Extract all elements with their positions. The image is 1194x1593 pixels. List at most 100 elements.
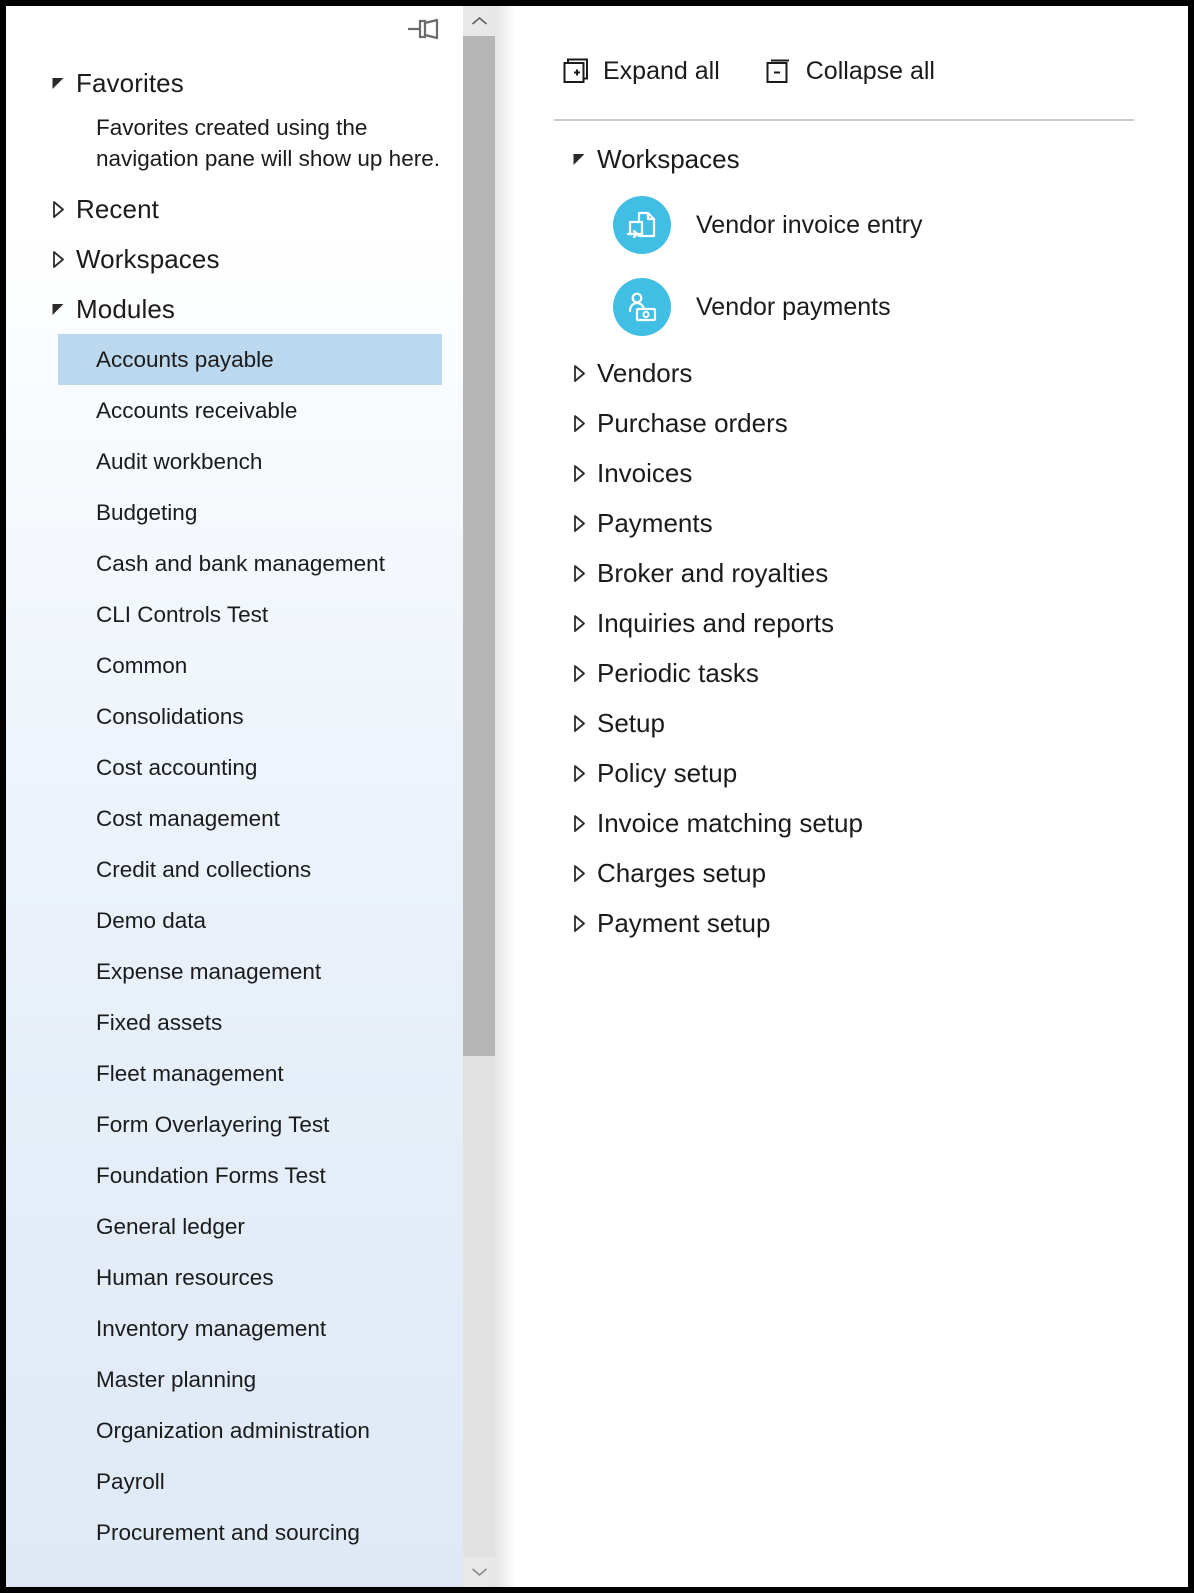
module-item-label: CLI Controls Test — [96, 601, 269, 627]
module-item[interactable]: Audit workbench — [6, 436, 463, 487]
scrollbar-up-button[interactable] — [463, 6, 495, 36]
workspace-item-label: Vendor invoice entry — [696, 210, 923, 239]
left-navigation-pane: Favorites Favorites created using the na… — [6, 6, 463, 1587]
nav-section-workspaces[interactable]: Workspaces — [6, 234, 463, 284]
nav-section-favorites[interactable]: Favorites — [6, 58, 463, 108]
tree-node-label: Vendors — [597, 357, 693, 388]
nav-section-recent[interactable]: Recent — [6, 184, 463, 234]
triangle-right-icon — [571, 914, 597, 933]
nav-section-label: Favorites — [76, 67, 184, 98]
tree-node[interactable]: Setup — [517, 698, 1188, 748]
expand-all-label: Expand all — [603, 56, 720, 85]
toolbar-divider — [554, 119, 1134, 121]
module-item-label: Budgeting — [96, 499, 198, 525]
tree-node[interactable]: Payment setup — [517, 898, 1188, 948]
module-item[interactable]: Consolidations — [6, 691, 463, 742]
module-item[interactable]: Master planning — [6, 1354, 463, 1405]
module-item-label: Cash and bank management — [96, 550, 385, 576]
tree-node[interactable]: Invoice matching setup — [517, 798, 1188, 848]
module-item[interactable]: Fleet management — [6, 1048, 463, 1099]
triangle-right-icon — [571, 514, 597, 533]
module-item[interactable]: Inventory management — [6, 1303, 463, 1354]
module-item-label: Fixed assets — [96, 1009, 223, 1035]
module-item[interactable]: Cost accounting — [6, 742, 463, 793]
module-item-label: Cost accounting — [96, 754, 258, 780]
nav-section-label: Workspaces — [76, 243, 220, 274]
module-item[interactable]: Foundation Forms Test — [6, 1150, 463, 1201]
module-item-label: Consolidations — [96, 703, 244, 729]
module-item[interactable]: Expense management — [6, 946, 463, 997]
module-item-label: Credit and collections — [96, 856, 312, 882]
tree-node-label: Setup — [597, 707, 665, 738]
window-frame: Favorites Favorites created using the na… — [0, 0, 1194, 1593]
nav-section-modules[interactable]: Modules — [6, 284, 463, 334]
triangle-down-icon — [571, 151, 597, 168]
triangle-right-icon — [571, 664, 597, 683]
module-item[interactable]: Cost management — [6, 793, 463, 844]
module-item-label: Audit workbench — [96, 448, 263, 474]
module-item[interactable]: Budgeting — [6, 487, 463, 538]
module-item-label: Common — [96, 652, 188, 678]
collapse-all-button[interactable]: Collapse all — [764, 52, 935, 90]
workspace-item[interactable]: Vendor invoice entry — [517, 184, 1188, 266]
module-item[interactable]: Organization administration — [6, 1405, 463, 1456]
pin-icon[interactable] — [407, 18, 441, 48]
module-item-label: Inventory management — [96, 1315, 327, 1341]
tree-node[interactable]: Payments — [517, 498, 1188, 548]
person-money-icon — [613, 278, 671, 336]
module-item[interactable]: Payroll — [6, 1456, 463, 1507]
expand-all-button[interactable]: Expand all — [561, 52, 720, 90]
tree-node-label: Policy setup — [597, 757, 738, 788]
workspace-item[interactable]: Vendor payments — [517, 266, 1188, 348]
module-item-label: Master planning — [96, 1366, 257, 1392]
left-pane-scrollbar[interactable] — [463, 6, 495, 1587]
module-item[interactable]: CLI Controls Test — [6, 589, 463, 640]
module-item[interactable]: Accounts receivable — [6, 385, 463, 436]
tree-node[interactable]: Charges setup — [517, 848, 1188, 898]
module-item-label: Foundation Forms Test — [96, 1162, 326, 1188]
tree-node-label: Payments — [597, 507, 713, 538]
module-item-label: Accounts receivable — [96, 397, 298, 423]
module-item[interactable]: Common — [6, 640, 463, 691]
module-item[interactable]: Cash and bank management — [6, 538, 463, 589]
tree-node-label: Invoices — [597, 457, 693, 488]
tree-node-label: Workspaces — [597, 143, 740, 174]
module-item-label: Expense management — [96, 958, 322, 984]
module-item-label: Accounts payable — [96, 346, 274, 372]
module-item[interactable]: Form Overlayering Test — [6, 1099, 463, 1150]
triangle-right-icon — [50, 200, 76, 219]
tree-node[interactable]: Inquiries and reports — [517, 598, 1188, 648]
module-item[interactable]: Human resources — [6, 1252, 463, 1303]
tree-node[interactable]: Policy setup — [517, 748, 1188, 798]
module-item-label: Cost management — [96, 805, 280, 831]
module-item[interactable]: Procurement and sourcing — [6, 1507, 463, 1558]
tree-node-label: Payment setup — [597, 907, 771, 938]
triangle-right-icon — [571, 464, 597, 483]
tree-node[interactable]: Broker and royalties — [517, 548, 1188, 598]
triangle-down-icon — [50, 75, 76, 92]
module-item[interactable]: Accounts payable — [58, 334, 442, 385]
triangle-down-icon — [50, 301, 76, 318]
triangle-right-icon — [50, 250, 76, 269]
tree-node-label: Periodic tasks — [597, 657, 759, 688]
module-item-label: Procurement and sourcing — [96, 1519, 360, 1545]
triangle-right-icon — [571, 814, 597, 833]
module-item[interactable]: Fixed assets — [6, 997, 463, 1048]
scrollbar-down-button[interactable] — [463, 1557, 495, 1587]
collapse-all-label: Collapse all — [805, 56, 935, 85]
tree-node-label: Charges setup — [597, 857, 767, 888]
triangle-right-icon — [571, 714, 597, 733]
module-item-label: Demo data — [96, 907, 207, 933]
tree-node[interactable]: Vendors — [517, 348, 1188, 398]
tree-node[interactable]: Purchase orders — [517, 398, 1188, 448]
tree-node[interactable]: Periodic tasks — [517, 648, 1188, 698]
navigation-pane-window: Favorites Favorites created using the na… — [6, 6, 1188, 1587]
module-item[interactable]: General ledger — [6, 1201, 463, 1252]
module-item[interactable]: Demo data — [6, 895, 463, 946]
module-item[interactable]: Credit and collections — [6, 844, 463, 895]
scrollbar-thumb[interactable] — [463, 36, 495, 1056]
tree-node[interactable]: Invoices — [517, 448, 1188, 498]
tree-node[interactable]: Workspaces — [517, 134, 1188, 184]
tree-node-label: Broker and royalties — [597, 557, 829, 588]
box-minus-icon — [764, 56, 794, 86]
